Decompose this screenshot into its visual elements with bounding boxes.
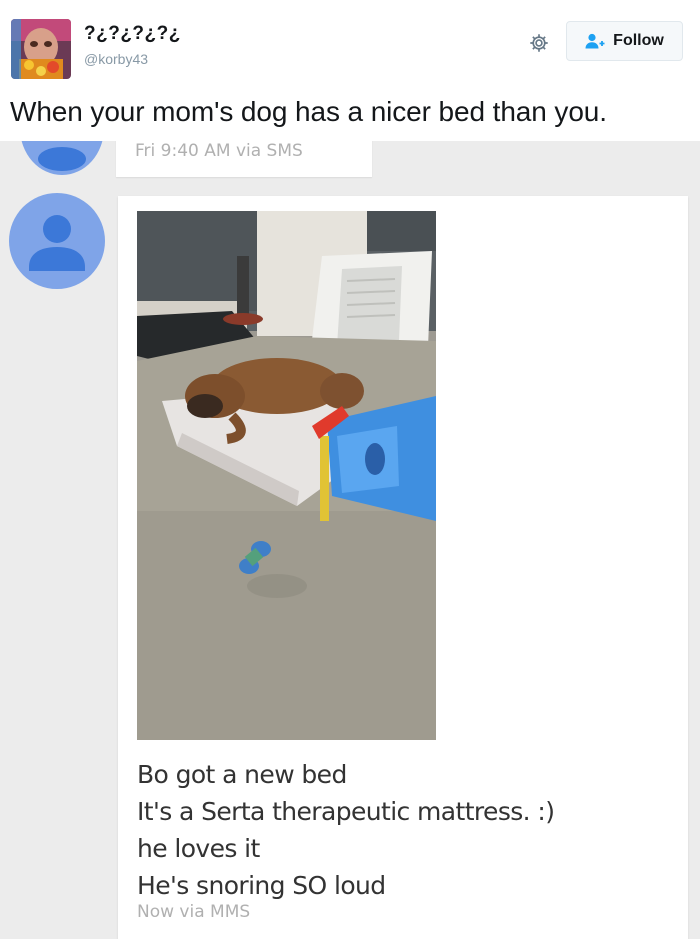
- tweet-text: When your mom's dog has a nicer bed than…: [10, 96, 607, 127]
- user-avatar[interactable]: [11, 19, 71, 79]
- settings-button[interactable]: [524, 28, 554, 58]
- follow-label: Follow: [613, 32, 664, 49]
- add-user-icon: [585, 33, 605, 49]
- display-name[interactable]: ?¿?¿?¿?¿: [84, 23, 181, 45]
- user-handle[interactable]: @korby43: [84, 51, 148, 67]
- tweet-header: ?¿?¿?¿?¿ @korby43 Follow When your mom's…: [0, 0, 700, 127]
- mms-photo[interactable]: [137, 211, 436, 740]
- follow-button[interactable]: Follow: [566, 21, 683, 61]
- person-icon: [29, 215, 85, 271]
- avatar-image: [11, 19, 71, 79]
- message-line: Bo got a new bed: [137, 760, 347, 789]
- previous-message-meta: Fri 9:40 AM via SMS: [135, 141, 303, 161]
- message-text: Bo got a new bed It's a Serta therapeuti…: [137, 756, 555, 904]
- previous-message-bubble: Fri 9:40 AM via SMS: [116, 141, 372, 177]
- contact-avatar: [9, 193, 105, 289]
- person-icon: [38, 147, 86, 171]
- gear-icon: [530, 34, 548, 52]
- message-bubble: Bo got a new bed It's a Serta therapeuti…: [118, 196, 688, 939]
- sms-screenshot: Fri 9:40 AM via SMS Bo got a new bed It'…: [0, 141, 700, 939]
- message-line: He's snoring SO loud: [137, 871, 386, 900]
- contact-avatar-previous: [20, 141, 104, 175]
- message-line: It's a Serta therapeutic mattress. :): [137, 797, 555, 826]
- message-meta: Now via MMS: [137, 902, 251, 922]
- dog-on-bed-photo: [137, 211, 436, 740]
- message-line: he loves it: [137, 834, 260, 863]
